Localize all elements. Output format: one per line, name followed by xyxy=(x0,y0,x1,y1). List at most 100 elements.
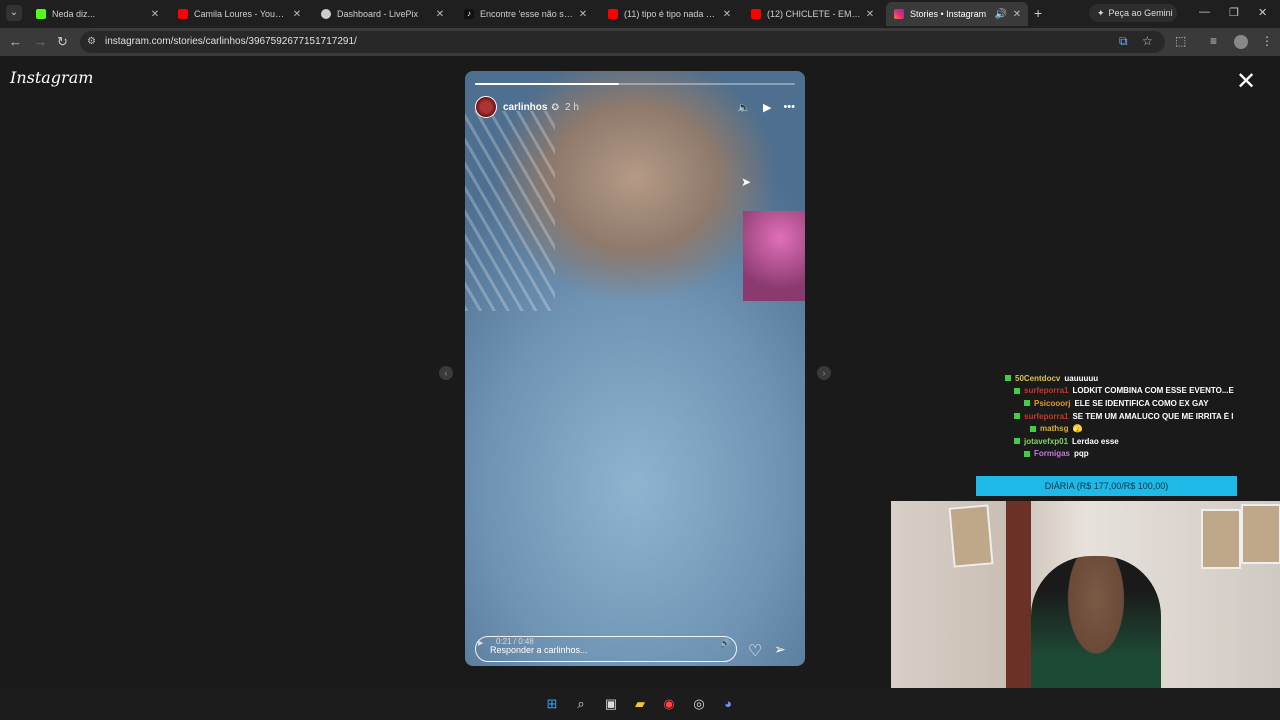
close-icon[interactable]: ✕ xyxy=(1012,9,1022,20)
youtube-icon xyxy=(178,9,188,19)
close-icon[interactable]: ✕ xyxy=(292,9,302,20)
tab-6-active[interactable]: Stories • Instagram 🔊 ✕ xyxy=(886,2,1028,26)
task-view-icon[interactable]: ▣ xyxy=(603,696,619,712)
wall-picture xyxy=(948,504,994,568)
close-icon[interactable]: ✕ xyxy=(578,9,588,20)
file-explorer-icon[interactable]: ▰ xyxy=(632,696,648,712)
gemini-label: Peça ao Gemini xyxy=(1108,8,1173,18)
tab-0[interactable]: Neda diz... ✕ xyxy=(28,2,166,26)
tab-search-icon[interactable]: ⌄ xyxy=(6,5,22,21)
chrome-icon[interactable]: ◉ xyxy=(661,696,677,712)
story-header: carlinhos ✪ 2 h 🔈 ▶ ••• xyxy=(475,95,795,119)
windows-taskbar: ⊞ ⌕ ▣ ▰ ◉ ◎ ◕ xyxy=(0,688,1280,720)
instagram-icon xyxy=(894,9,904,19)
subscriber-badge-icon xyxy=(1014,413,1020,420)
chat-nick: surfeporra1 xyxy=(1024,411,1069,421)
send-icon[interactable]: ➢ xyxy=(774,641,786,658)
translate-icon[interactable]: ⧉ xyxy=(1119,34,1128,49)
story-time-ago: 2 h xyxy=(565,101,579,113)
gemini-button[interactable]: ✦ Peça ao Gemini xyxy=(1089,4,1177,22)
chat-text: SE TEM UM AMALUCO QUE ME IRRITA É I xyxy=(1072,411,1234,421)
close-icon[interactable]: ✕ xyxy=(435,9,445,20)
chat-message: surfeporra1 LODKIT COMBINA COM ESSE EVENT… xyxy=(960,385,1240,398)
reply-input[interactable]: Responder a carlinhos... xyxy=(490,645,588,655)
chat-text: 🫣 xyxy=(1072,424,1083,434)
wall-picture xyxy=(1201,509,1241,569)
kick-icon xyxy=(36,9,46,19)
tab-1[interactable]: Camila Loures - YouTube ✕ xyxy=(170,2,308,26)
stream-chat: 50Centdocv uauuuuu surfeporra1 LODKIT COMBI… xyxy=(960,372,1240,460)
profile-avatar[interactable] xyxy=(1234,35,1248,49)
close-story-icon[interactable]: ✕ xyxy=(1236,70,1256,94)
mouse-cursor-icon: ➤ xyxy=(741,175,752,189)
tab-4[interactable]: (11) tipo é tipo nada a ver ✕ xyxy=(600,2,738,26)
chat-nick: jotavefxp01 xyxy=(1024,436,1069,446)
video-play-icon[interactable]: ▶ xyxy=(478,639,483,647)
ferris-wheel-lights xyxy=(465,111,555,311)
youtube-icon xyxy=(608,9,618,19)
tab-title: Camila Loures - YouTube xyxy=(194,9,288,19)
subscriber-badge-icon xyxy=(1014,438,1020,445)
bookmark-star-icon[interactable]: ☆ xyxy=(1142,34,1153,48)
back-button[interactable]: ← xyxy=(9,34,22,49)
toolbar: ← → ↻ ⚙ instagram.com/stories/carlinhos/… xyxy=(0,28,1280,56)
chat-message: Psicooorj ELE SE IDENTIFICA COMO EX GAY xyxy=(960,397,1240,410)
reload-button[interactable]: ↻ xyxy=(57,34,68,50)
windows-start-icon[interactable]: ⊞ xyxy=(544,696,560,712)
tab-5[interactable]: (12) CHICLETE - EMILLY VICK ✕ xyxy=(743,2,881,26)
chat-text: Lerdao esse xyxy=(1072,436,1119,446)
instagram-logo[interactable]: Instagram xyxy=(10,68,93,87)
previous-story-icon[interactable]: ‹ xyxy=(439,366,453,380)
volume-icon[interactable]: 🔈 xyxy=(737,101,751,114)
close-icon[interactable]: ✕ xyxy=(150,9,160,20)
media-control-icon[interactable]: ≡ xyxy=(1210,34,1217,48)
story-avatar[interactable] xyxy=(475,96,497,118)
chat-message: mathsg 🫣 xyxy=(960,422,1240,435)
story-username[interactable]: carlinhos xyxy=(503,102,547,113)
site-info-icon[interactable]: ⚙ xyxy=(87,36,96,47)
discord-icon[interactable]: ◕ xyxy=(720,696,736,712)
speaker-icon[interactable]: 🔊 xyxy=(994,9,1008,20)
maximize-button[interactable]: ❐ xyxy=(1229,6,1239,19)
globe-icon xyxy=(321,9,331,19)
subscriber-badge-icon xyxy=(1005,375,1011,382)
video-volume-icon[interactable]: 🔊 xyxy=(720,639,730,648)
tab-title: Dashboard - LivePix xyxy=(337,9,419,19)
youtube-icon xyxy=(751,9,761,19)
chat-nick: surfeporra1 xyxy=(1024,386,1069,396)
like-heart-icon[interactable]: ♡ xyxy=(748,641,762,661)
url-text: instagram.com/stories/carlinhos/39675926… xyxy=(105,36,357,47)
subscriber-badge-icon xyxy=(1030,425,1036,432)
chat-message: surfeporra1 SE TEM UM AMALUCO QUE ME IRRI… xyxy=(960,410,1240,423)
search-icon[interactable]: ⌕ xyxy=(573,696,589,712)
close-icon[interactable]: ✕ xyxy=(865,9,875,20)
address-bar[interactable]: ⚙ instagram.com/stories/carlinhos/396759… xyxy=(80,31,1165,53)
chat-text: uauuuuu xyxy=(1064,373,1099,383)
new-tab-button[interactable]: + xyxy=(1034,5,1042,21)
close-icon[interactable]: ✕ xyxy=(722,9,732,20)
gemini-icon: ✦ xyxy=(1097,7,1105,18)
chat-text: ELE SE IDENTIFICA COMO EX GAY xyxy=(1074,398,1209,408)
menu-icon[interactable]: ⋮ xyxy=(1261,34,1273,48)
play-icon[interactable]: ▶ xyxy=(763,101,771,114)
tab-strip: ⌄ Neda diz... ✕ Camila Loures - YouTube … xyxy=(0,0,1280,28)
story-viewer[interactable]: carlinhos ✪ 2 h 🔈 ▶ ••• ▶ 0:21 / 0:48 🔊 … xyxy=(465,71,805,666)
chat-nick: 50Centdocv xyxy=(1015,373,1061,383)
more-options-icon[interactable]: ••• xyxy=(783,101,795,114)
chat-text: pqp xyxy=(1074,449,1089,459)
wall-picture xyxy=(1241,504,1280,564)
tab-title: (12) CHICLETE - EMILLY VICK xyxy=(767,9,861,19)
next-story-icon[interactable]: › xyxy=(817,366,831,380)
story-progress-fill xyxy=(475,83,619,85)
forward-button[interactable]: → xyxy=(34,34,47,49)
tab-title: Encontre 'esse não sou eu' xyxy=(480,9,574,19)
tiktok-icon: ♪ xyxy=(464,9,474,19)
chat-message: jotavefxp01 Lerdao esse xyxy=(960,435,1240,448)
tab-3[interactable]: ♪ Encontre 'esse não sou eu' ✕ xyxy=(456,2,594,26)
extensions-icon[interactable]: ⬚ xyxy=(1175,34,1186,48)
minimize-button[interactable]: — xyxy=(1199,6,1210,18)
reply-box[interactable]: ▶ 0:21 / 0:48 🔊 Responder a carlinhos... xyxy=(475,636,737,662)
close-window-button[interactable]: ✕ xyxy=(1258,6,1267,19)
tab-2[interactable]: Dashboard - LivePix ✕ xyxy=(313,2,451,26)
obs-icon[interactable]: ◎ xyxy=(691,696,707,712)
